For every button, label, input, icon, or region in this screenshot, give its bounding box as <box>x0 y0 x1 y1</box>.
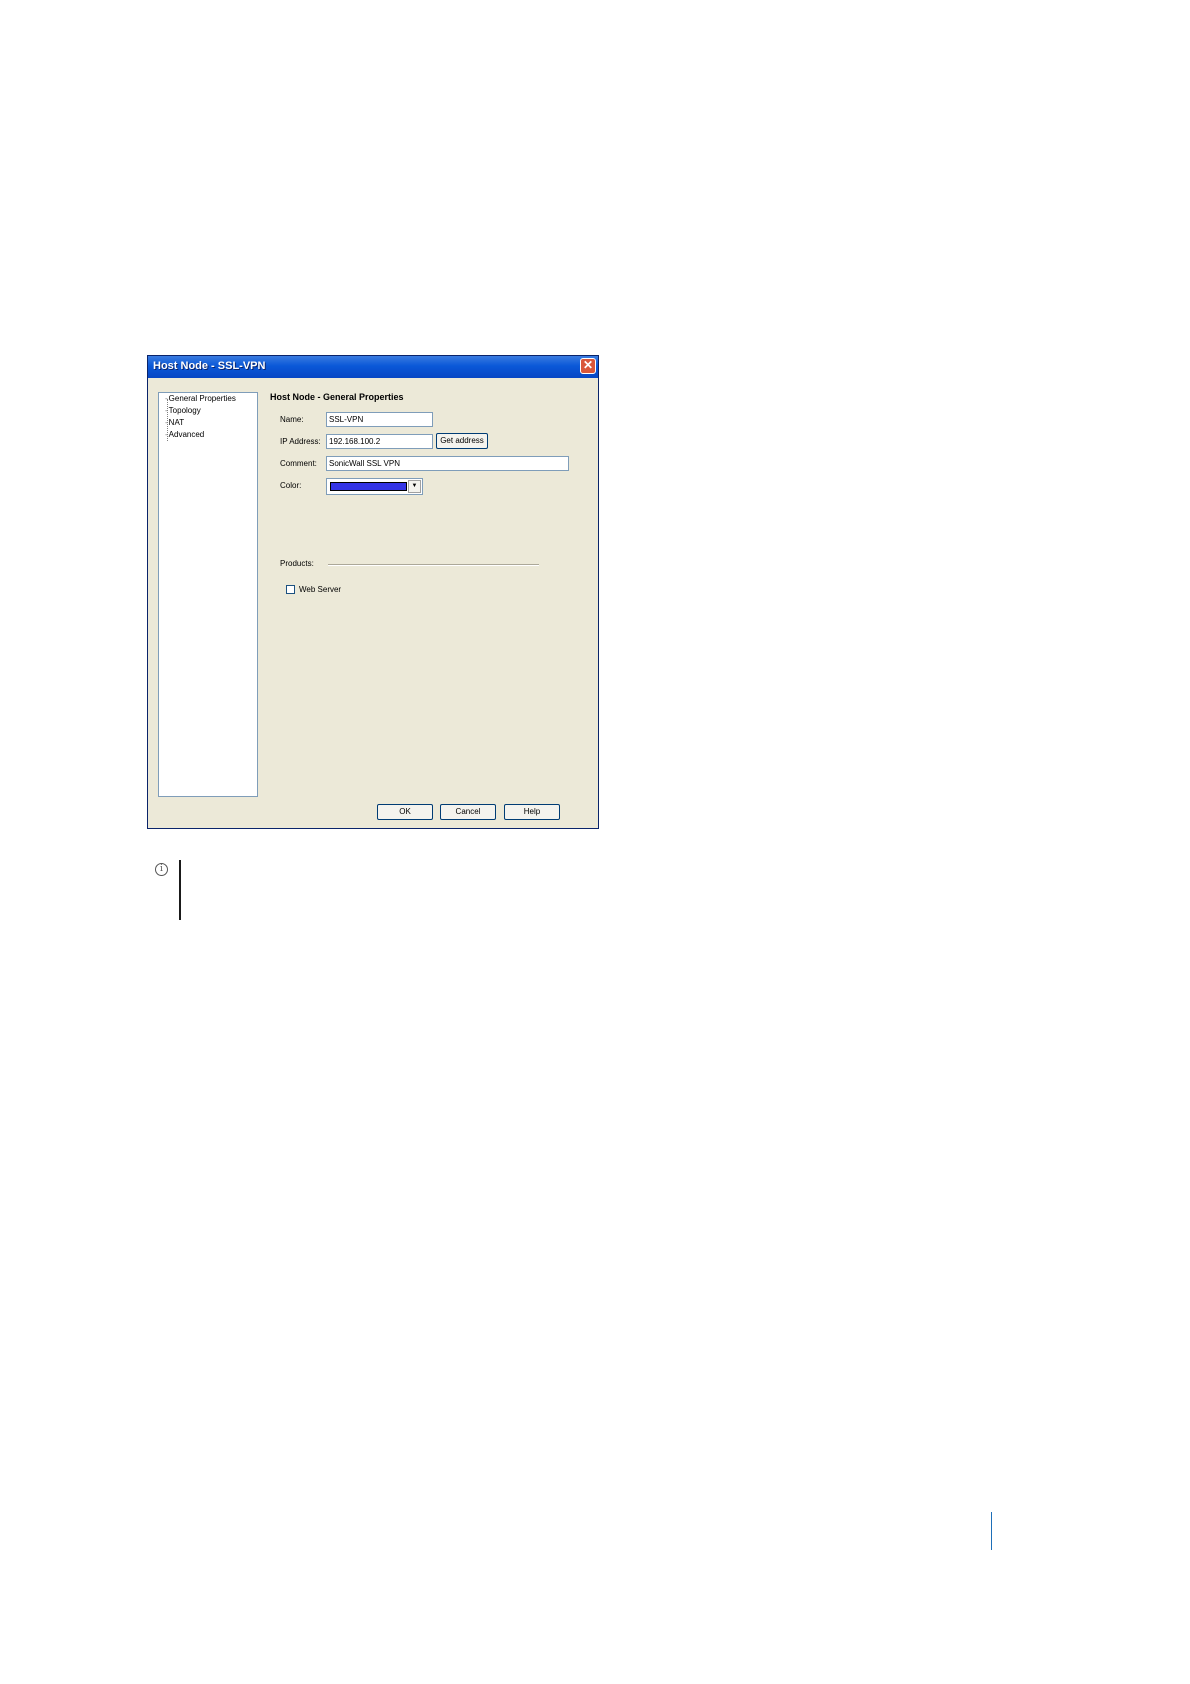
name-field[interactable]: SSL-VPN <box>326 412 433 427</box>
tree-item-topology[interactable]: -Topology <box>165 406 201 415</box>
chevron-down-icon[interactable]: ▼ <box>408 480 421 493</box>
ip-address-field[interactable]: 192.168.100.2 <box>326 434 433 449</box>
ip-address-label: IP Address: <box>280 437 321 446</box>
section-title: Host Node - General Properties <box>270 392 404 402</box>
dialog-title: Host Node - SSL-VPN <box>153 360 266 372</box>
tree-item-nat[interactable]: -NAT <box>165 418 184 427</box>
dialog-titlebar[interactable]: Host Node - SSL-VPN ✕ <box>148 356 598 378</box>
name-label: Name: <box>280 415 304 424</box>
help-button[interactable]: Help <box>504 804 560 820</box>
properties-tree: -General Properties -Topology -NAT -Adva… <box>158 392 258 797</box>
note-border <box>179 860 181 920</box>
info-icon: i <box>155 863 168 876</box>
page-marker <box>991 1512 992 1550</box>
web-server-checkbox[interactable] <box>286 585 295 594</box>
host-node-dialog: Host Node - SSL-VPN ✕ -General Propertie… <box>147 355 599 829</box>
ok-button[interactable]: OK <box>377 804 433 820</box>
tree-item-advanced[interactable]: -Advanced <box>165 430 204 439</box>
products-divider <box>328 564 539 566</box>
close-icon[interactable]: ✕ <box>580 358 596 374</box>
tree-item-general-properties[interactable]: -General Properties <box>165 394 236 403</box>
comment-label: Comment: <box>280 459 317 468</box>
color-swatch <box>330 482 407 491</box>
web-server-label: Web Server <box>299 585 342 594</box>
color-label: Color: <box>280 481 302 490</box>
comment-field[interactable]: SonicWall SSL VPN <box>326 456 569 471</box>
color-dropdown[interactable]: ▼ <box>326 478 423 495</box>
cancel-button[interactable]: Cancel <box>440 804 496 820</box>
products-label: Products: <box>280 559 314 568</box>
get-address-button[interactable]: Get address <box>436 433 488 449</box>
